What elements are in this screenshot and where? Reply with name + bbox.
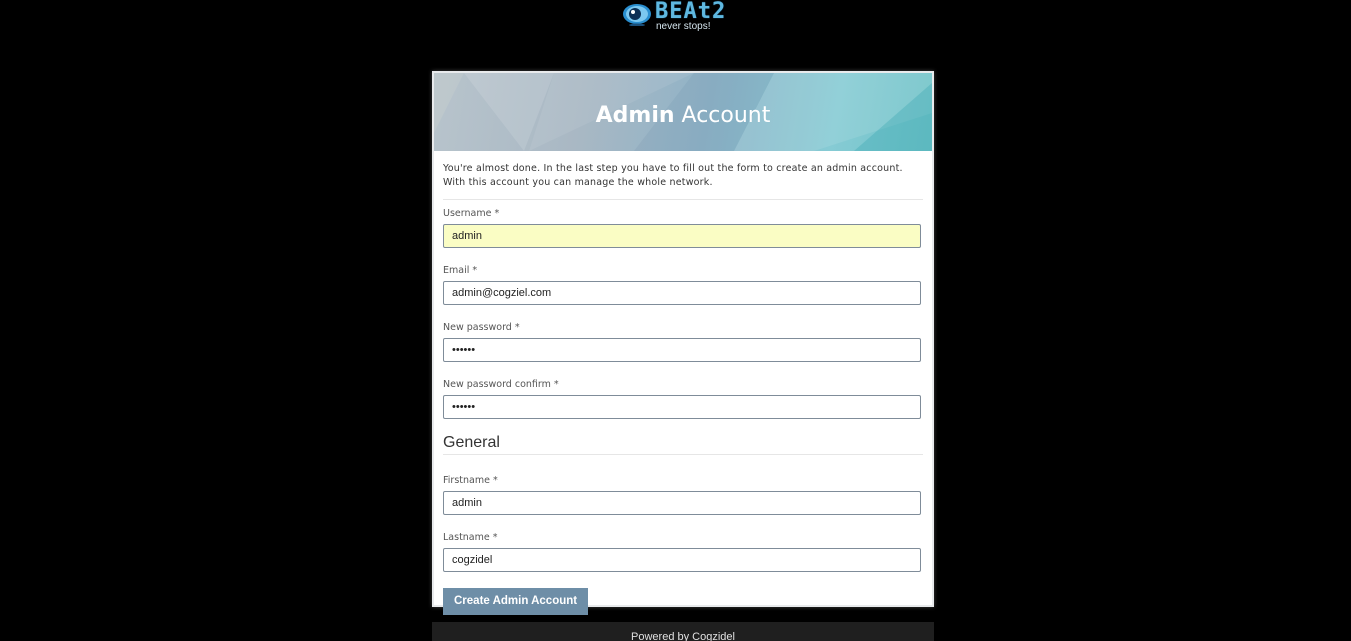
email-label: Email * [443,265,478,276]
password-confirm-field[interactable] [443,395,921,419]
footer-powered-by: Powered by Cogzidel [631,631,735,641]
lastname-label: Lastname * [443,532,498,543]
password-field[interactable] [443,338,921,362]
create-admin-account-button[interactable]: Create Admin Account [443,588,589,615]
page-title-bold: Admin [595,103,675,128]
intro-text: You're almost done. In the last step you… [443,162,923,200]
page-title-light: Account [681,103,771,128]
general-section-heading: General [443,433,923,455]
form-body: You're almost done. In the last step you… [434,151,932,615]
password-confirm-label: New password confirm * [443,379,559,390]
password-label: New password * [443,322,520,333]
firstname-label: Firstname * [443,475,498,486]
admin-account-panel: Admin Account You're almost done. In the… [432,71,934,615]
logo: BEAt2 never stops! [622,0,746,36]
username-label: Username * [443,208,500,219]
footer: Powered by Cogzidel [432,622,934,641]
email-field[interactable] [443,281,921,305]
page-title: Admin Account [434,101,932,131]
panel-header: Admin Account [434,73,932,151]
firstname-field[interactable] [443,491,921,515]
username-field[interactable] [443,224,921,248]
brand-slogan: never stops! [656,21,711,32]
eye-icon [623,4,651,26]
lastname-field[interactable] [443,548,921,572]
